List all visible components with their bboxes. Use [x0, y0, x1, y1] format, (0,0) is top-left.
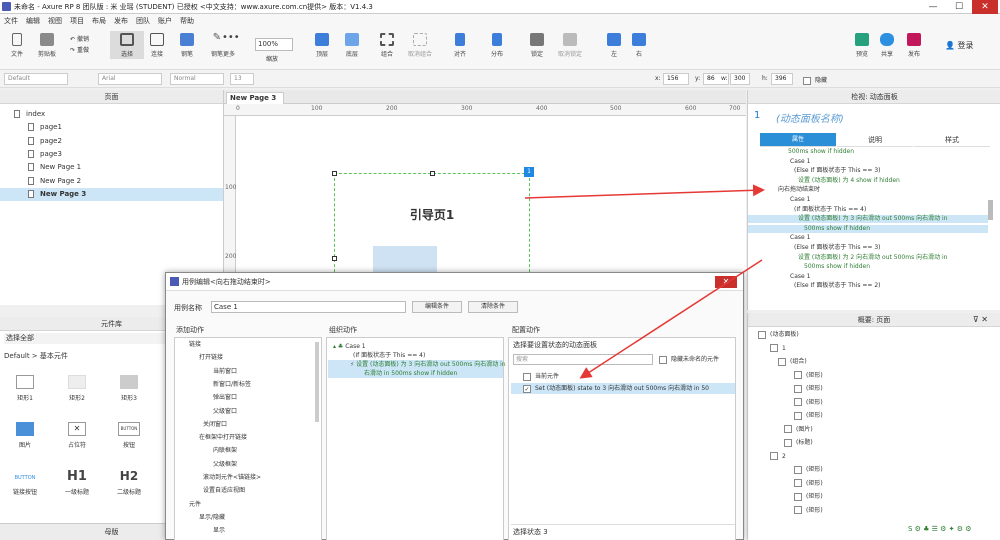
arrow-to-config: [579, 259, 763, 379]
arrow-to-event: [524, 184, 765, 199]
annotation-arrows: [524, 184, 765, 379]
